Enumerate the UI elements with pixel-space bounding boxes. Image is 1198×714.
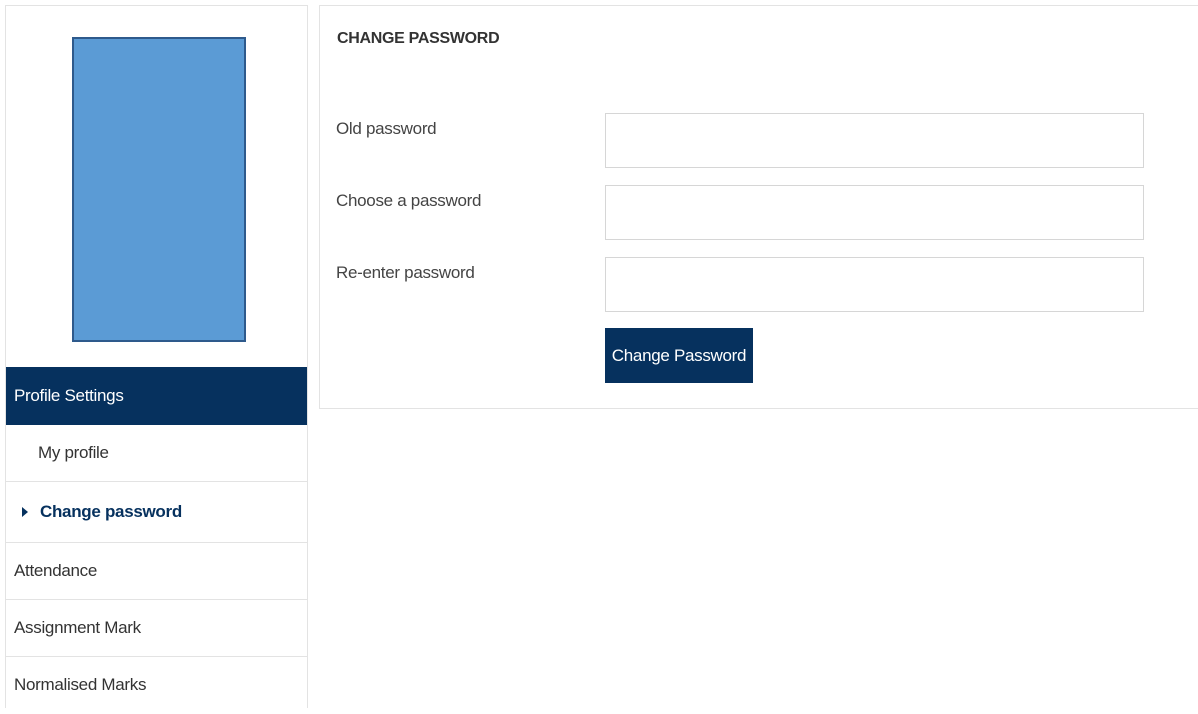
page-title: CHANGE PASSWORD bbox=[337, 30, 500, 47]
new-password-row: Choose a password bbox=[320, 185, 1198, 241]
sidebar-item-assignment-mark[interactable]: Assignment Mark bbox=[6, 600, 307, 657]
confirm-password-label: Re-enter password bbox=[336, 263, 475, 282]
new-password-label: Choose a password bbox=[336, 191, 482, 210]
sidebar: Profile Settings My profile Change passw… bbox=[5, 5, 308, 708]
confirm-password-row: Re-enter password bbox=[320, 257, 1198, 313]
sidebar-item-attendance[interactable]: Attendance bbox=[6, 543, 307, 600]
caret-right-icon bbox=[22, 506, 28, 517]
avatar bbox=[72, 37, 246, 342]
old-password-label: Old password bbox=[336, 119, 437, 138]
sidebar-item-label: Attendance bbox=[14, 561, 98, 580]
confirm-password-input[interactable] bbox=[605, 257, 1144, 312]
sidebar-item-normalised-marks[interactable]: Normalised Marks bbox=[6, 657, 307, 714]
old-password-row: Old password bbox=[320, 113, 1198, 169]
sidebar-item-label: Normalised Marks bbox=[14, 675, 147, 694]
change-password-panel: CHANGE PASSWORD Old password Choose a pa… bbox=[319, 5, 1198, 409]
change-password-button[interactable]: Change Password bbox=[605, 328, 753, 383]
sidebar-menu: Profile Settings My profile Change passw… bbox=[6, 367, 307, 714]
sidebar-item-label: Change password bbox=[40, 502, 182, 521]
sidebar-item-label: Assignment Mark bbox=[14, 618, 141, 637]
new-password-input[interactable] bbox=[605, 185, 1144, 240]
sidebar-item-label: My profile bbox=[38, 443, 109, 462]
avatar-container bbox=[6, 6, 307, 366]
sidebar-header-profile-settings[interactable]: Profile Settings bbox=[6, 367, 307, 425]
old-password-input[interactable] bbox=[605, 113, 1144, 168]
sidebar-item-my-profile[interactable]: My profile bbox=[6, 425, 307, 482]
sidebar-item-change-password[interactable]: Change password bbox=[6, 482, 307, 543]
